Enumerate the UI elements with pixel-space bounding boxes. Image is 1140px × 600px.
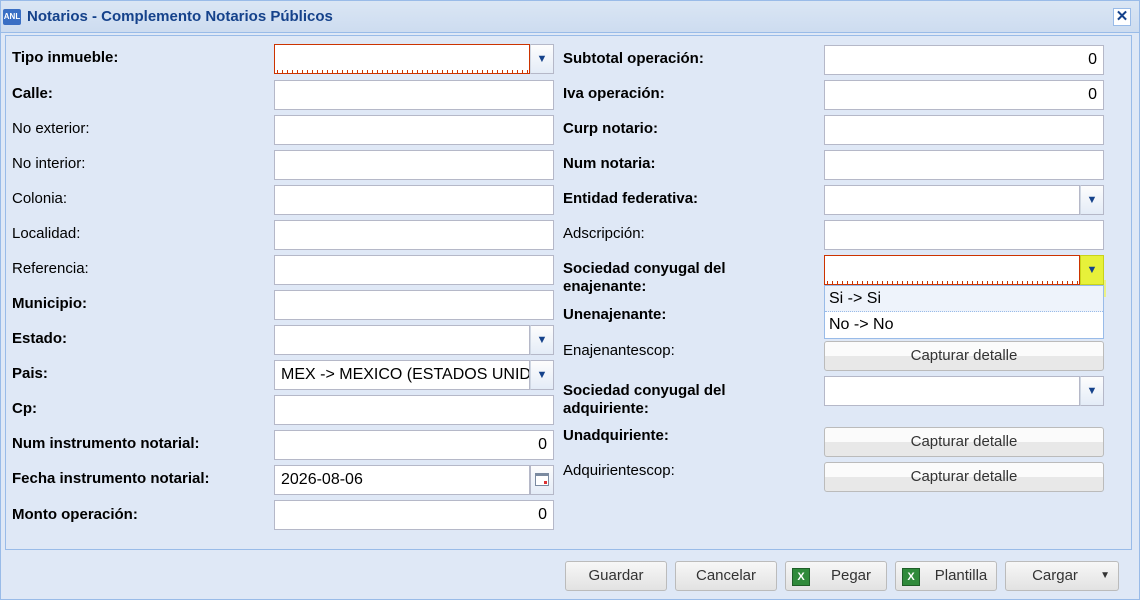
sociedad-adquiriente-label-1: Sociedad conyugal del [563, 382, 726, 399]
title-bar[interactable]: ANL Notarios - Complemento Notarios Públ… [1, 1, 1139, 33]
tipo-inmueble-combo[interactable] [274, 44, 530, 74]
excel-icon: X [792, 568, 810, 586]
adscripcion-label: Adscripción: [563, 225, 645, 242]
dialog-window: ANL Notarios - Complemento Notarios Públ… [0, 0, 1140, 600]
unenajenante-label: Unenajenante: [563, 306, 667, 323]
num-notaria-label: Num notaria: [563, 155, 656, 172]
sociedad-enajenante-combo[interactable] [824, 255, 1080, 285]
app-icon: ANL [3, 9, 21, 25]
sociedad-enajenante-label-1: Sociedad conyugal del [563, 260, 726, 277]
enajenantescop-capturar-button[interactable]: Capturar detalle [824, 341, 1104, 371]
num-instrumento-label: Num instrumento notarial: [12, 435, 200, 452]
fecha-instrumento-input[interactable]: 2026-08-06 [274, 465, 530, 495]
curp-notario-label: Curp notario: [563, 120, 658, 137]
no-interior-input[interactable] [274, 150, 554, 180]
entidad-federativa-label: Entidad federativa: [563, 190, 699, 207]
dropdown-option-si[interactable]: Si -> Si [825, 286, 1103, 312]
close-icon[interactable]: ✕ [1113, 8, 1131, 26]
estado-label: Estado: [12, 330, 68, 347]
sociedad-adquiriente-label-2: adquiriente: [563, 400, 649, 417]
chevron-down-icon[interactable]: ▼ [530, 44, 554, 74]
sociedad-adquiriente-combo[interactable] [824, 376, 1080, 406]
colonia-label: Colonia: [12, 190, 68, 207]
sociedad-enajenante-dropdown: Si -> Si No -> No [824, 285, 1104, 339]
colonia-input[interactable] [274, 185, 554, 215]
adscripcion-input[interactable] [824, 220, 1104, 250]
guardar-button[interactable]: Guardar [565, 561, 667, 591]
referencia-label: Referencia: [12, 260, 89, 277]
no-exterior-label: No exterior: [12, 120, 90, 137]
calle-input[interactable] [274, 80, 554, 110]
chevron-down-icon[interactable]: ▼ [530, 360, 554, 390]
cp-input[interactable] [274, 395, 554, 425]
cargar-split-button[interactable]: Cargar ▼ [1005, 561, 1119, 591]
monto-operacion-input[interactable]: 0 [274, 500, 554, 530]
pais-label: Pais: [12, 365, 48, 382]
num-instrumento-input[interactable]: 0 [274, 430, 554, 460]
chevron-down-icon[interactable]: ▼ [1080, 185, 1104, 215]
curp-notario-input[interactable] [824, 115, 1104, 145]
pais-combo[interactable]: MEX -> MEXICO (ESTADOS UNIDOS MEXICANOS) [274, 360, 530, 390]
chevron-down-icon[interactable]: ▼ [1080, 376, 1104, 406]
cargar-button-label: Cargar [1032, 567, 1078, 584]
unadquiriente-label: Unadquiriente: [563, 427, 669, 444]
estado-combo[interactable] [274, 325, 530, 355]
num-notaria-input[interactable] [824, 150, 1104, 180]
enajenantescop-label: Enajenantescop: [563, 342, 675, 359]
adquirientescop-capturar-button[interactable]: Capturar detalle [824, 462, 1104, 492]
chevron-down-icon[interactable]: ▼ [1080, 255, 1104, 285]
window-title: Notarios - Complemento Notarios Públicos [27, 8, 333, 25]
referencia-input[interactable] [274, 255, 554, 285]
calendar-icon[interactable] [530, 465, 554, 495]
plantilla-button-label: Plantilla [934, 567, 988, 584]
municipio-input[interactable] [274, 290, 554, 320]
iva-label: Iva operación: [563, 85, 665, 102]
pegar-button-label: Pegar [830, 567, 872, 584]
entidad-federativa-combo[interactable] [824, 185, 1080, 215]
fecha-instrumento-label: Fecha instrumento notarial: [12, 470, 210, 487]
tipo-inmueble-label: Tipo inmueble: [12, 49, 119, 66]
excel-icon: X [902, 568, 920, 586]
monto-operacion-label: Monto operación: [12, 506, 138, 523]
chevron-down-icon[interactable]: ▼ [530, 325, 554, 355]
caret-down-icon[interactable]: ▼ [1100, 562, 1110, 590]
localidad-input[interactable] [274, 220, 554, 250]
pegar-button[interactable]: X Pegar [785, 561, 887, 591]
municipio-label: Municipio: [12, 295, 87, 312]
subtotal-label: Subtotal operación: [563, 50, 704, 67]
localidad-label: Localidad: [12, 225, 81, 242]
no-exterior-input[interactable] [274, 115, 554, 145]
dropdown-option-no[interactable]: No -> No [825, 312, 1103, 338]
cp-label: Cp: [12, 400, 37, 417]
no-interior-label: No interior: [12, 155, 86, 172]
plantilla-button[interactable]: X Plantilla [895, 561, 997, 591]
cancelar-button[interactable]: Cancelar [675, 561, 777, 591]
calle-label: Calle: [12, 85, 53, 102]
subtotal-input[interactable]: 0 [824, 45, 1104, 75]
unadquiriente-capturar-button[interactable]: Capturar detalle [824, 427, 1104, 457]
sociedad-enajenante-label-2: enajenante: [563, 278, 647, 295]
adquirientescop-label: Adquirientescop: [563, 462, 675, 479]
iva-input[interactable]: 0 [824, 80, 1104, 110]
